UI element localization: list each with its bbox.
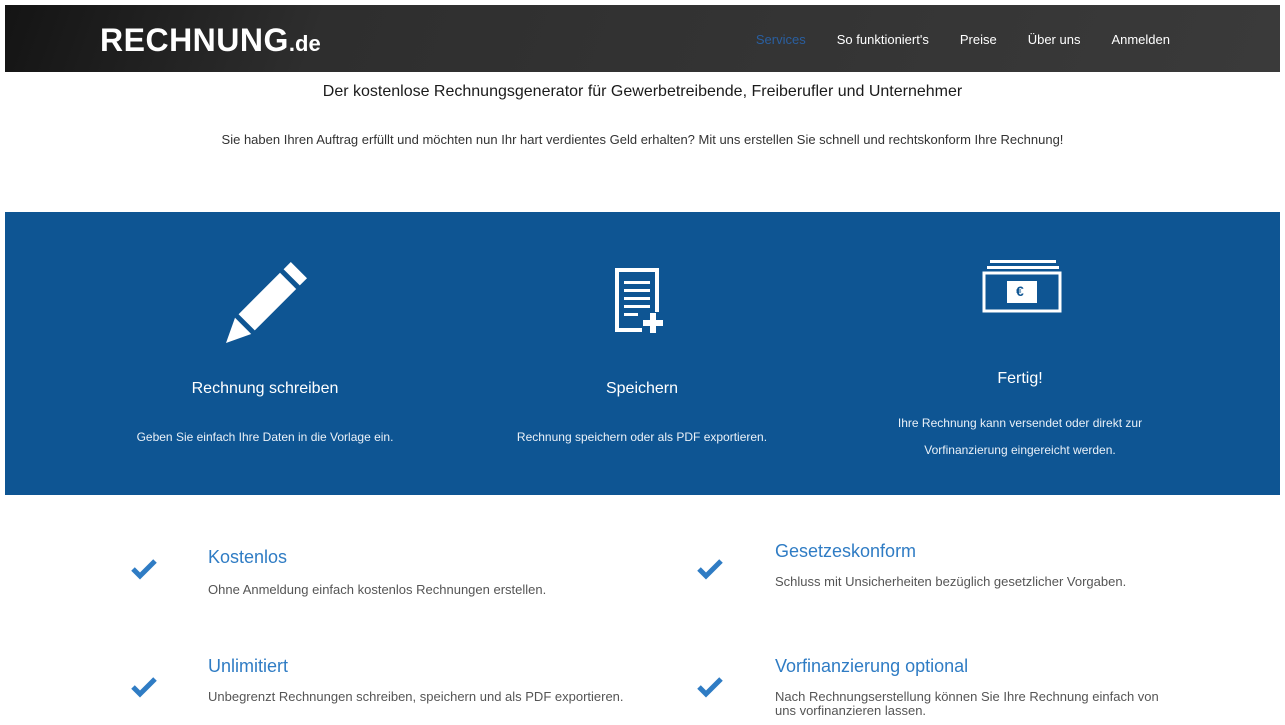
- feature-legal-desc: Schluss mit Unsicherheiten bezüglich ges…: [775, 574, 1127, 589]
- checkmark-icon: [697, 559, 723, 580]
- step-save-desc: Rechnung speichern oder als PDF exportie…: [516, 430, 768, 444]
- feature-unlimited-title: Unlimitiert: [208, 656, 289, 676]
- feature-free-title: Kostenlos: [208, 547, 288, 567]
- feature-free-desc: Ohne Anmeldung einfach kostenlos Rechnun…: [208, 582, 547, 597]
- nav-link-about[interactable]: Über uns: [1028, 32, 1081, 47]
- step-save-title: Speichern: [605, 380, 679, 397]
- step-write-desc: Geben Sie einfach Ihre Daten in die Vorl…: [136, 430, 394, 444]
- feature-unlimited-desc: Unbegrenzt Rechnungen schreiben, speiche…: [208, 689, 624, 704]
- nav-link-how-it-works[interactable]: So funktioniert's: [837, 32, 929, 47]
- page-headline: Der kostenlose Rechnungsgenerator für Ge…: [322, 83, 963, 100]
- step-done-desc-line1: Ihre Rechnung kann versendet oder direkt…: [897, 416, 1143, 430]
- feature-prefinancing-desc: Nach Rechnungserstellung können Sie Ihre…: [775, 689, 1159, 718]
- logo-main-text: RECHNUNG: [100, 22, 289, 58]
- nav-link-services[interactable]: Services: [756, 32, 806, 47]
- step-done-title: Fertig!: [997, 370, 1043, 387]
- nav-menu: Services So funktioniert's Preise Über u…: [756, 32, 1170, 47]
- checkmark-icon: [697, 677, 723, 698]
- step-done-desc-line2: Vorfinanzierung eingereicht werden.: [924, 443, 1116, 457]
- pencil-icon: [226, 262, 307, 343]
- document-add-icon: [615, 268, 664, 334]
- euro-symbol: €: [1016, 283, 1024, 299]
- nav-link-prices[interactable]: Preise: [960, 32, 997, 47]
- nav-link-login[interactable]: Anmelden: [1111, 32, 1170, 47]
- page-subline: Sie haben Ihren Auftrag erfüllt und möch…: [221, 132, 1064, 147]
- top-navbar: RECHNUNG.de Services So funktioniert's P…: [5, 5, 1280, 72]
- step-write-title: Rechnung schreiben: [191, 380, 339, 397]
- checkmark-icon: [131, 677, 157, 698]
- steps-band: Rechnung schreiben Geben Sie einfach Ihr…: [5, 212, 1280, 495]
- logo-tld-text: .de: [288, 31, 321, 56]
- checkmark-icon: [131, 559, 157, 580]
- site-logo[interactable]: RECHNUNG.de: [100, 22, 321, 59]
- euro-bills-icon: €: [982, 258, 1062, 314]
- feature-legal-title: Gesetzeskonform: [775, 541, 917, 561]
- feature-prefinancing-title: Vorfinanzierung optional: [775, 656, 969, 676]
